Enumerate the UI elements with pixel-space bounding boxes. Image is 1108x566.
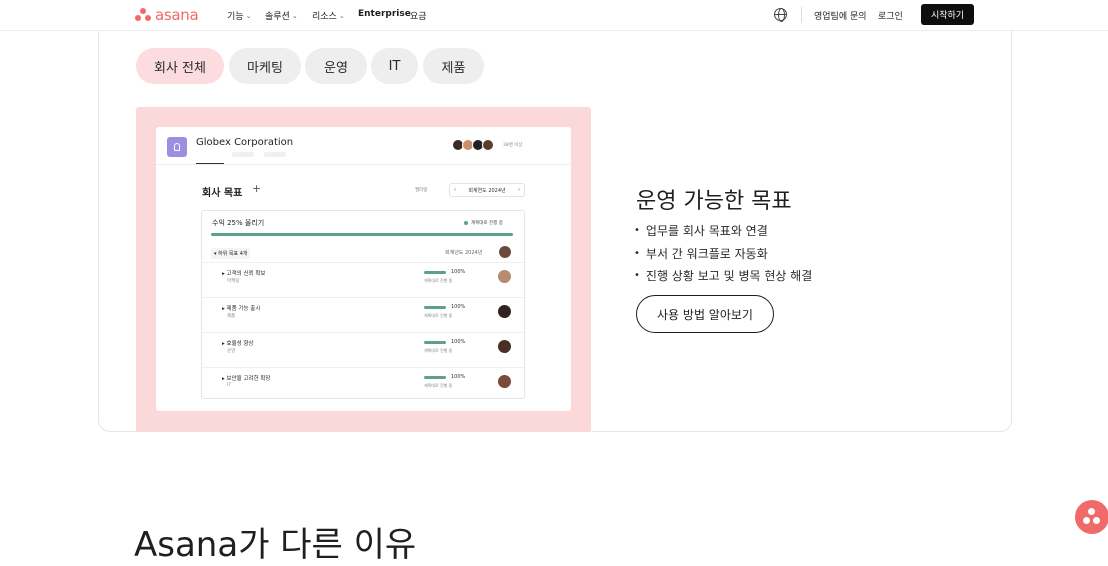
nav-resources[interactable]: 리소스 ⌄ — [312, 9, 345, 23]
plus-icon: + — [252, 182, 262, 195]
chevron-down-icon: ⌄ — [338, 11, 345, 20]
feature-heading: 운영 가능한 목표 — [636, 189, 792, 214]
table-row: ▸ 보안을 고려한 확장 IT 100% 계획대로 진행 중 — [202, 367, 524, 402]
nav-enterprise[interactable]: Enterprise — [358, 9, 411, 19]
subgoals-label: 하위 목표 4개 — [218, 251, 248, 257]
feature-bullets: 업무를 회사 목표와 연결 부서 간 워크플로 자동화 진행 상황 보고 및 병… — [634, 220, 812, 288]
main-goal: 수익 25% 올리기 — [212, 219, 265, 227]
row-percent: 100% — [451, 304, 466, 310]
avatar — [498, 270, 511, 283]
row-title: ▸ 효율성 향상 — [222, 341, 254, 347]
row-status: 계획대로 진행 중 — [424, 348, 453, 353]
start-button[interactable]: 시작하기 — [921, 4, 974, 25]
table-row: ▸ 제품 기능 출시 제품 100% 계획대로 진행 중 — [202, 297, 524, 332]
row-team: 제품 — [227, 314, 236, 319]
row-title: ▸ 제품 기능 출시 — [222, 306, 261, 312]
row-title-text: 효율성 향상 — [226, 341, 254, 347]
row-title-text: 고객의 신뢰 확보 — [226, 271, 266, 277]
goal-panel: 수익 25% 올리기 계획대로 진행 중 ▾ 하위 목표 4개 회계년도 202… — [201, 210, 525, 399]
placeholder-bar — [232, 152, 254, 157]
avatar — [498, 340, 511, 353]
row-team: 운영 — [227, 349, 236, 354]
divider — [156, 164, 571, 165]
org-avatar-icon — [167, 137, 187, 157]
asana-logo-icon — [135, 8, 151, 22]
bullet-text: 업무를 회사 목표와 연결 — [645, 224, 768, 238]
chevron-down-icon: ⌄ — [245, 11, 252, 20]
list-item: 부서 간 워크플로 자동화 — [634, 243, 812, 266]
goals-title: 회사 목표 — [202, 188, 243, 199]
chevron-right-icon: › — [517, 187, 520, 193]
row-percent: 100% — [451, 339, 466, 345]
dot-icon — [1088, 508, 1095, 515]
nav-resources-label: 리소스 — [312, 12, 337, 22]
asana-logo[interactable]: asana — [135, 6, 199, 24]
login-link[interactable]: 로그인 — [878, 9, 903, 22]
learn-how-button[interactable]: 사용 방법 알아보기 — [636, 295, 774, 333]
nav-solutions[interactable]: 솔루션 ⌄ — [265, 9, 298, 23]
progress-bar — [424, 341, 446, 344]
row-percent: 100% — [451, 374, 466, 380]
dot-icon — [1093, 517, 1100, 524]
list-item: 진행 상황 보고 및 병목 현상 해결 — [634, 265, 812, 288]
status-badge: 계획대로 진행 중 — [464, 220, 503, 226]
avatar — [482, 139, 494, 151]
row-team: 마케팅 — [227, 279, 240, 284]
bullet-text: 부서 간 워크플로 자동화 — [645, 246, 768, 261]
placeholder-bar — [264, 152, 286, 157]
status-dot-icon — [464, 221, 468, 225]
filter-label: 필터링 — [415, 188, 428, 193]
tab-marketing[interactable]: 마케팅 — [229, 48, 301, 84]
sub-period: 회계년도 2024년 — [445, 250, 483, 256]
dot-icon — [1083, 517, 1090, 524]
chat-button[interactable] — [1075, 500, 1108, 534]
chevron-down-icon: ⌄ — [291, 11, 298, 20]
subgoals-toggle: ▾ 하위 목표 4개 — [211, 248, 251, 259]
progress-bar — [424, 306, 446, 309]
bullet-text: 진행 상황 보고 및 병목 현상 해결 — [645, 269, 813, 283]
member-count: 38명 이상 — [503, 143, 523, 148]
progress-bar — [424, 271, 446, 274]
period-selector: ‹ 회계연도 2024년 › — [449, 183, 525, 197]
nav-pricing[interactable]: 요금 — [410, 9, 427, 22]
row-status: 계획대로 진행 중 — [424, 383, 453, 388]
product-preview: Globex Corporation 38명 이상 회사 목표 + 필터링 ‹ … — [156, 127, 571, 411]
progress-bar — [211, 233, 513, 236]
nav-solutions-label: 솔루션 — [265, 12, 290, 22]
contact-sales-link[interactable]: 영업팀에 문의 — [814, 9, 867, 22]
row-percent: 100% — [451, 269, 466, 275]
globe-icon[interactable] — [774, 8, 787, 22]
table-row: ▸ 고객의 신뢰 확보 마케팅 100% 계획대로 진행 중 — [202, 262, 524, 297]
row-team: IT — [227, 383, 232, 388]
member-avatars — [452, 139, 494, 151]
chevron-left-icon: ‹ — [454, 187, 456, 193]
tab-it[interactable]: IT — [371, 48, 418, 84]
progress-bar — [424, 376, 446, 379]
tab-company[interactable]: 회사 전체 — [136, 48, 224, 84]
row-status: 계획대로 진행 중 — [424, 278, 453, 283]
status-text: 계획대로 진행 중 — [471, 221, 503, 226]
top-nav: asana 기능 ⌄ 솔루션 ⌄ 리소스 ⌄ Enterprise 요금 영업팀에 문… — [0, 0, 1108, 31]
table-row: ▸ 효율성 향상 운영 100% 계획대로 진행 중 — [202, 332, 524, 367]
list-item: 업무를 회사 목표와 연결 — [634, 220, 812, 243]
section-heading: Asana가 다른 이유 — [134, 525, 417, 565]
tab-operations[interactable]: 운영 — [305, 48, 367, 84]
nav-features-label: 기능 — [227, 12, 244, 22]
row-title-text: 보안을 고려한 확장 — [226, 376, 271, 382]
row-status: 계획대로 진행 중 — [424, 313, 453, 318]
logo-text: asana — [155, 6, 199, 24]
nav-features[interactable]: 기능 ⌄ — [227, 9, 252, 23]
org-name: Globex Corporation — [196, 137, 294, 148]
avatar — [498, 375, 511, 388]
row-title: ▸ 고객의 신뢰 확보 — [222, 271, 266, 277]
period-label: 회계연도 2024년 — [468, 187, 506, 194]
row-title-text: 제품 기능 출시 — [226, 306, 261, 312]
avatar — [499, 246, 511, 258]
tab-product[interactable]: 제품 — [423, 48, 484, 84]
row-title: ▸ 보안을 고려한 확장 — [222, 376, 271, 382]
avatar — [498, 305, 511, 318]
nav-divider — [801, 7, 802, 23]
